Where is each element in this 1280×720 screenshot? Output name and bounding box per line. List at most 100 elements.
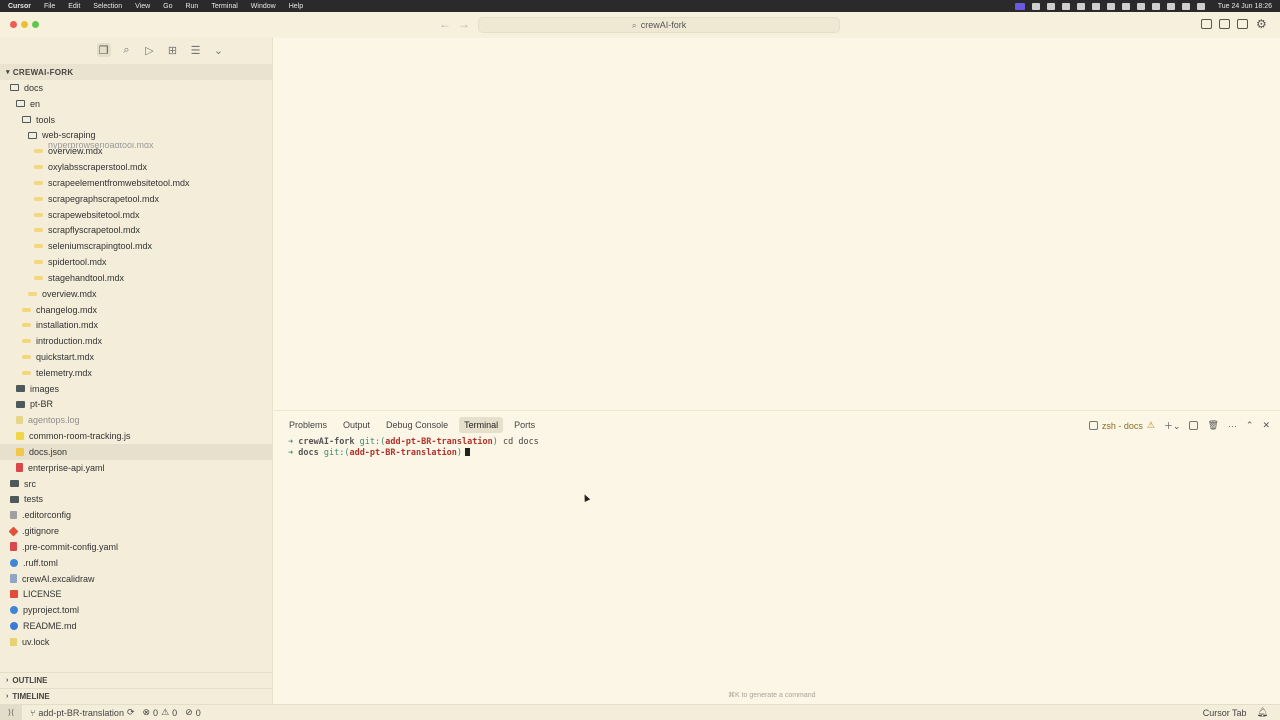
file-tree-item[interactable]: installation.mdx bbox=[0, 317, 272, 333]
tray-app-icon[interactable] bbox=[1031, 2, 1040, 10]
minimize-window-button[interactable] bbox=[21, 21, 28, 28]
file-tree-item[interactable]: .gitignore bbox=[0, 523, 272, 539]
file-tree-item[interactable]: web-scraping bbox=[0, 127, 272, 143]
new-terminal-icon[interactable]: ＋⌄ bbox=[1164, 419, 1181, 432]
file-tree-item[interactable]: oxylabsscraperstool.mdx bbox=[0, 159, 272, 175]
cursor-tab-status[interactable]: Cursor Tab bbox=[1203, 708, 1247, 718]
tray-app-icon[interactable] bbox=[1076, 2, 1085, 10]
close-panel-icon[interactable]: ✕ bbox=[1262, 420, 1270, 431]
file-tree-item[interactable]: .pre-commit-config.yaml bbox=[0, 539, 272, 555]
menu-bar-clock[interactable]: Tue 24 Jun 18:26 bbox=[1218, 3, 1272, 10]
editor-area[interactable] bbox=[274, 38, 1280, 410]
explorer-root-header[interactable]: ▾ CREWAI-FORK bbox=[0, 64, 272, 80]
mdx-file-icon bbox=[28, 291, 37, 296]
file-tree-item[interactable]: docs.json bbox=[0, 444, 272, 460]
more-actions-icon[interactable]: ··· bbox=[1228, 421, 1237, 431]
terminal-output[interactable]: ➜ crewAI-fork git:(add-pt-BR-translation… bbox=[288, 437, 539, 458]
file-tree-item[interactable]: scrapflyscrapetool.mdx bbox=[0, 222, 272, 238]
file-tree-item[interactable]: pt-BR bbox=[0, 397, 272, 413]
close-window-button[interactable] bbox=[10, 21, 17, 28]
settings-gear-icon[interactable]: ⚙ bbox=[1256, 17, 1267, 31]
file-tree-item[interactable]: overview.mdx bbox=[0, 286, 272, 302]
toggle-panel-icon[interactable] bbox=[1219, 19, 1230, 29]
mdx-file-icon bbox=[22, 354, 31, 359]
file-tree-item[interactable]: docs bbox=[0, 80, 272, 96]
panel-tab-problems[interactable]: Problems bbox=[284, 417, 332, 433]
extensions-icon[interactable]: ⊞ bbox=[166, 43, 180, 57]
file-tree-item[interactable]: tools bbox=[0, 112, 272, 128]
toggle-sidebar-icon[interactable] bbox=[1201, 19, 1212, 29]
explorer-files-icon[interactable]: ❐ bbox=[96, 43, 111, 57]
spotlight-search-icon[interactable] bbox=[1181, 2, 1190, 10]
timeline-section-header[interactable]: › TIMELINE bbox=[0, 688, 272, 704]
control-center-icon[interactable] bbox=[1196, 2, 1205, 10]
git-branch-status[interactable]: ⑂ add-pt-BR-translation ⟳ bbox=[30, 707, 135, 718]
file-tree-item[interactable]: scrapegraphscrapetool.mdx bbox=[0, 191, 272, 207]
problems-status[interactable]: ⊗ 0 ⚠ 0 bbox=[143, 707, 178, 718]
menu-window[interactable]: Window bbox=[251, 3, 276, 10]
file-tree-item[interactable]: crewAI.excalidraw bbox=[0, 571, 272, 587]
file-tree-item[interactable]: images bbox=[0, 381, 272, 397]
trash-icon[interactable]: 🗑 bbox=[1207, 420, 1218, 431]
terminal-instance-selector[interactable]: zsh - docs ⚠ bbox=[1088, 420, 1155, 431]
screen-share-icon[interactable] bbox=[1014, 2, 1025, 10]
split-terminal-icon[interactable] bbox=[1189, 421, 1199, 430]
file-tree-item[interactable]: seleniumscrapingtool.mdx bbox=[0, 238, 272, 254]
file-tree-item[interactable]: scrapeelementfromwebsitetool.mdx bbox=[0, 175, 272, 191]
file-tree-item[interactable]: quickstart.mdx bbox=[0, 349, 272, 365]
file-tree-item[interactable]: src bbox=[0, 476, 272, 492]
file-tree-item[interactable]: common-room-tracking.js bbox=[0, 428, 272, 444]
run-debug-icon[interactable]: ▷ bbox=[143, 43, 157, 57]
toggle-secondary-sidebar-icon[interactable] bbox=[1237, 19, 1248, 29]
panel-tab-debug-console[interactable]: Debug Console bbox=[381, 417, 453, 433]
tray-app-icon[interactable] bbox=[1121, 2, 1130, 10]
maximize-panel-icon[interactable]: ⌃ bbox=[1246, 420, 1254, 431]
file-tree-item[interactable]: scrapewebsitetool.mdx bbox=[0, 207, 272, 223]
tray-app-icon[interactable] bbox=[1091, 2, 1100, 10]
file-tree-item[interactable]: changelog.mdx bbox=[0, 302, 272, 318]
remote-indicator-icon[interactable]: ⟩⟨ bbox=[0, 704, 22, 720]
battery-icon[interactable] bbox=[1151, 2, 1160, 10]
ports-status[interactable]: ⊘ 0 bbox=[185, 707, 201, 718]
file-tree-item[interactable]: pyproject.toml bbox=[0, 602, 272, 618]
zoom-window-button[interactable] bbox=[32, 21, 39, 28]
file-tree-item[interactable]: telemetry.mdx bbox=[0, 365, 272, 381]
panel-tab-ports[interactable]: Ports bbox=[509, 417, 540, 433]
back-arrow-icon[interactable]: ← bbox=[439, 17, 451, 31]
file-tree-item[interactable]: stagehandtool.mdx bbox=[0, 270, 272, 286]
menu-run[interactable]: Run bbox=[185, 3, 198, 10]
menu-view[interactable]: View bbox=[135, 3, 150, 10]
command-center-search[interactable]: ⌕ crewAI-fork bbox=[478, 17, 840, 33]
notifications-bell-icon[interactable]: 🔔︎ bbox=[1257, 707, 1268, 718]
file-tree-item[interactable]: .editorconfig bbox=[0, 507, 272, 523]
menu-selection[interactable]: Selection bbox=[93, 3, 122, 10]
wifi-icon[interactable] bbox=[1166, 2, 1175, 10]
file-tree-item[interactable]: README.md bbox=[0, 618, 272, 634]
file-tree-item[interactable]: en bbox=[0, 96, 272, 112]
file-tree-item[interactable]: tests bbox=[0, 492, 272, 508]
panel-tab-output[interactable]: Output bbox=[338, 417, 375, 433]
menu-edit[interactable]: Edit bbox=[68, 3, 80, 10]
outline-section-header[interactable]: › OUTLINE bbox=[0, 672, 272, 688]
file-tree-item[interactable]: agentops.log bbox=[0, 412, 272, 428]
search-icon[interactable]: ⌕ bbox=[120, 43, 134, 57]
menu-terminal[interactable]: Terminal bbox=[211, 3, 237, 10]
chevron-down-icon[interactable]: ⌄ bbox=[212, 43, 226, 57]
tray-app-icon[interactable] bbox=[1106, 2, 1115, 10]
menu-go[interactable]: Go bbox=[163, 3, 172, 10]
file-tree-item[interactable]: uv.lock bbox=[0, 634, 272, 650]
menu-file[interactable]: File bbox=[44, 3, 55, 10]
tray-app-icon[interactable] bbox=[1046, 2, 1055, 10]
forward-arrow-icon[interactable]: → bbox=[458, 17, 470, 31]
file-tree-item[interactable]: introduction.mdx bbox=[0, 333, 272, 349]
file-tree-item[interactable]: enterprise-api.yaml bbox=[0, 460, 272, 476]
tray-app-icon[interactable] bbox=[1061, 2, 1070, 10]
file-tree-item[interactable]: LICENSE bbox=[0, 587, 272, 603]
play-icon[interactable] bbox=[1136, 2, 1145, 10]
list-view-icon[interactable]: ☰ bbox=[189, 43, 203, 57]
file-tree-item[interactable]: spidertool.mdx bbox=[0, 254, 272, 270]
menu-app-name[interactable]: Cursor bbox=[8, 3, 31, 10]
file-tree-item[interactable]: .ruff.toml bbox=[0, 555, 272, 571]
menu-help[interactable]: Help bbox=[289, 3, 303, 10]
panel-tab-terminal[interactable]: Terminal bbox=[459, 417, 504, 433]
